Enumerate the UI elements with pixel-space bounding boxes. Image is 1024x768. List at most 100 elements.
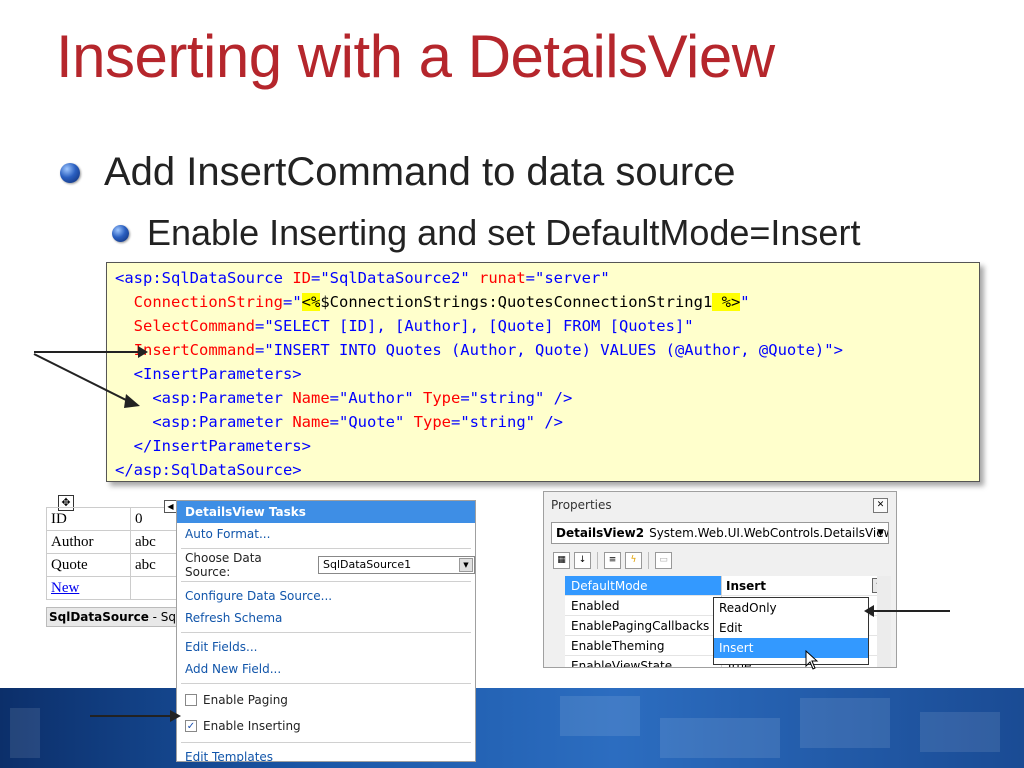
divider: [181, 548, 471, 549]
code-line: </InsertParameters>: [115, 434, 971, 458]
arrow-to-insertcommand-icon: [33, 346, 148, 408]
code-token: <asp:Parameter: [152, 389, 283, 407]
divider: [181, 581, 471, 582]
enable-inserting-row[interactable]: ✓ Enable Inserting: [177, 713, 475, 739]
properties-toolbar: ▦ ↓ ≡ ϟ ▭: [553, 552, 672, 569]
configure-data-source-link[interactable]: Configure Data Source...: [177, 585, 475, 607]
table-row: Quote abc: [46, 553, 180, 577]
properties-icon[interactable]: ≡: [604, 552, 621, 569]
property-value[interactable]: Insert▼: [721, 576, 889, 596]
object-type: System.Web.UI.WebControls.DetailsView: [649, 526, 889, 540]
code-token: InsertCommand: [133, 341, 255, 359]
code-token: Type: [423, 389, 461, 407]
auto-format-link[interactable]: Auto Format...: [177, 523, 475, 545]
slide-title: Inserting with a DetailsView: [56, 23, 775, 90]
edit-fields-link[interactable]: Edit Fields...: [177, 636, 475, 658]
code-token: <asp:Parameter: [152, 413, 283, 431]
code-token: <InsertParameters>: [133, 365, 302, 383]
code-line: </asp:SqlDataSource>: [115, 458, 971, 481]
chevron-down-icon[interactable]: ▼: [459, 558, 473, 572]
refresh-schema-link[interactable]: Refresh Schema: [177, 607, 475, 629]
code-token: >: [833, 341, 843, 359]
arrow-to-defaultmode-icon: [864, 605, 950, 617]
edit-templates-link[interactable]: Edit Templates: [177, 746, 475, 768]
enable-inserting-checkbox[interactable]: ✓: [185, 720, 197, 732]
bullet-icon: [112, 224, 129, 242]
detailsview-tasks-panel: DetailsView Tasks Auto Format... Choose …: [176, 500, 476, 764]
code-token: runat: [479, 269, 526, 287]
property-pages-icon[interactable]: ▭: [655, 552, 672, 569]
divider: [181, 742, 471, 743]
object-name: DetailsView2: [556, 526, 645, 540]
code-token: "string": [460, 413, 535, 431]
chevron-down-icon[interactable]: ▼: [877, 523, 884, 543]
close-icon[interactable]: ✕: [873, 498, 888, 513]
categorized-icon[interactable]: ▦: [553, 552, 570, 569]
tasks-header: DetailsView Tasks: [177, 501, 475, 523]
code-token: %>: [712, 293, 741, 311]
code-line: <asp:Parameter Name="Quote" Type="string…: [152, 413, 564, 431]
enable-paging-row[interactable]: Enable Paging: [177, 687, 475, 713]
field-value: abc: [130, 553, 180, 577]
code-token: ": [740, 293, 750, 311]
dropdown-option-insert[interactable]: Insert: [714, 638, 868, 658]
code-token: <asp:SqlDataSource: [115, 269, 283, 287]
new-link[interactable]: New: [51, 580, 79, 596]
table-row: ID 0: [46, 507, 180, 531]
dropdown-option-edit[interactable]: Edit: [714, 618, 868, 638]
divider: [597, 552, 598, 569]
data-source-select[interactable]: SqlDataSource1 ▼: [318, 556, 475, 574]
code-token: Name: [292, 389, 330, 407]
field-value: abc: [130, 530, 180, 554]
enable-paging-checkbox[interactable]: [185, 694, 197, 706]
choose-data-source-row: Choose Data Source: SqlDataSource1 ▼: [177, 551, 475, 579]
scrollbar[interactable]: [877, 576, 891, 667]
dropdown-option-readonly[interactable]: ReadOnly: [714, 598, 868, 618]
code-token: $ConnectionStrings:QuotesConnectionStrin…: [320, 293, 713, 311]
data-source-select-value: SqlDataSource1: [323, 558, 412, 571]
code-token: "Author": [339, 389, 414, 407]
bullet-level-1: Add InsertCommand to data source: [60, 150, 735, 195]
code-token: Type: [413, 413, 451, 431]
sqldatasource-name: SqlDataSource: [49, 610, 149, 624]
divider: [648, 552, 649, 569]
code-token: ": [292, 293, 302, 311]
choose-data-source-label: Choose Data Source:: [185, 551, 262, 579]
events-icon[interactable]: ϟ: [625, 552, 642, 569]
field-name: ID: [46, 507, 131, 531]
sqldatasource-control-bar[interactable]: SqlDataSource - SqlD: [46, 607, 181, 627]
bullet-text: Enable Inserting and set DefaultMode=Ins…: [147, 212, 861, 253]
property-name: EnablePagingCallbacks: [565, 616, 721, 636]
code-token: />: [544, 413, 564, 431]
code-token: "SELECT [ID], [Author], [Quote] FROM [Qu…: [264, 317, 694, 335]
code-token: ConnectionString: [133, 293, 283, 311]
code-token: "Quote": [339, 413, 405, 431]
mouse-cursor-icon: [805, 650, 819, 670]
divider: [181, 683, 471, 684]
code-token: "SqlDataSource2": [320, 269, 470, 287]
object-selector[interactable]: DetailsView2 System.Web.UI.WebControls.De…: [551, 522, 889, 544]
code-line: SelectCommand="SELECT [ID], [Author], [Q…: [133, 317, 694, 335]
divider: [181, 632, 471, 633]
property-row-defaultmode[interactable]: DefaultMode Insert▼: [551, 576, 889, 596]
code-line: <asp:SqlDataSource ID="SqlDataSource2" r…: [115, 269, 610, 287]
bullet-text: Add InsertCommand to data source: [104, 150, 736, 194]
band-tile: [660, 718, 780, 758]
property-name: EnableViewState: [565, 656, 721, 667]
alphabetical-icon[interactable]: ↓: [574, 552, 591, 569]
enable-paging-label: Enable Paging: [203, 693, 288, 707]
property-name: DefaultMode: [565, 576, 721, 596]
code-token: Name: [292, 413, 330, 431]
add-new-field-link[interactable]: Add New Field...: [177, 658, 475, 680]
code-block: <asp:SqlDataSource ID="SqlDataSource2" r…: [106, 262, 980, 482]
code-token: <%: [301, 293, 321, 311]
band-tile: [10, 708, 40, 758]
field-name: Author: [46, 530, 131, 554]
code-token: "string": [469, 389, 545, 407]
code-line: ConnectionString="<%$ConnectionStrings:Q…: [133, 293, 750, 311]
bullet-icon: [60, 162, 80, 183]
band-tile: [800, 698, 890, 748]
field-name: Quote: [46, 553, 131, 577]
property-name: EnableTheming: [565, 636, 721, 656]
bullet-level-2: Enable Inserting and set DefaultMode=Ins…: [112, 212, 860, 254]
